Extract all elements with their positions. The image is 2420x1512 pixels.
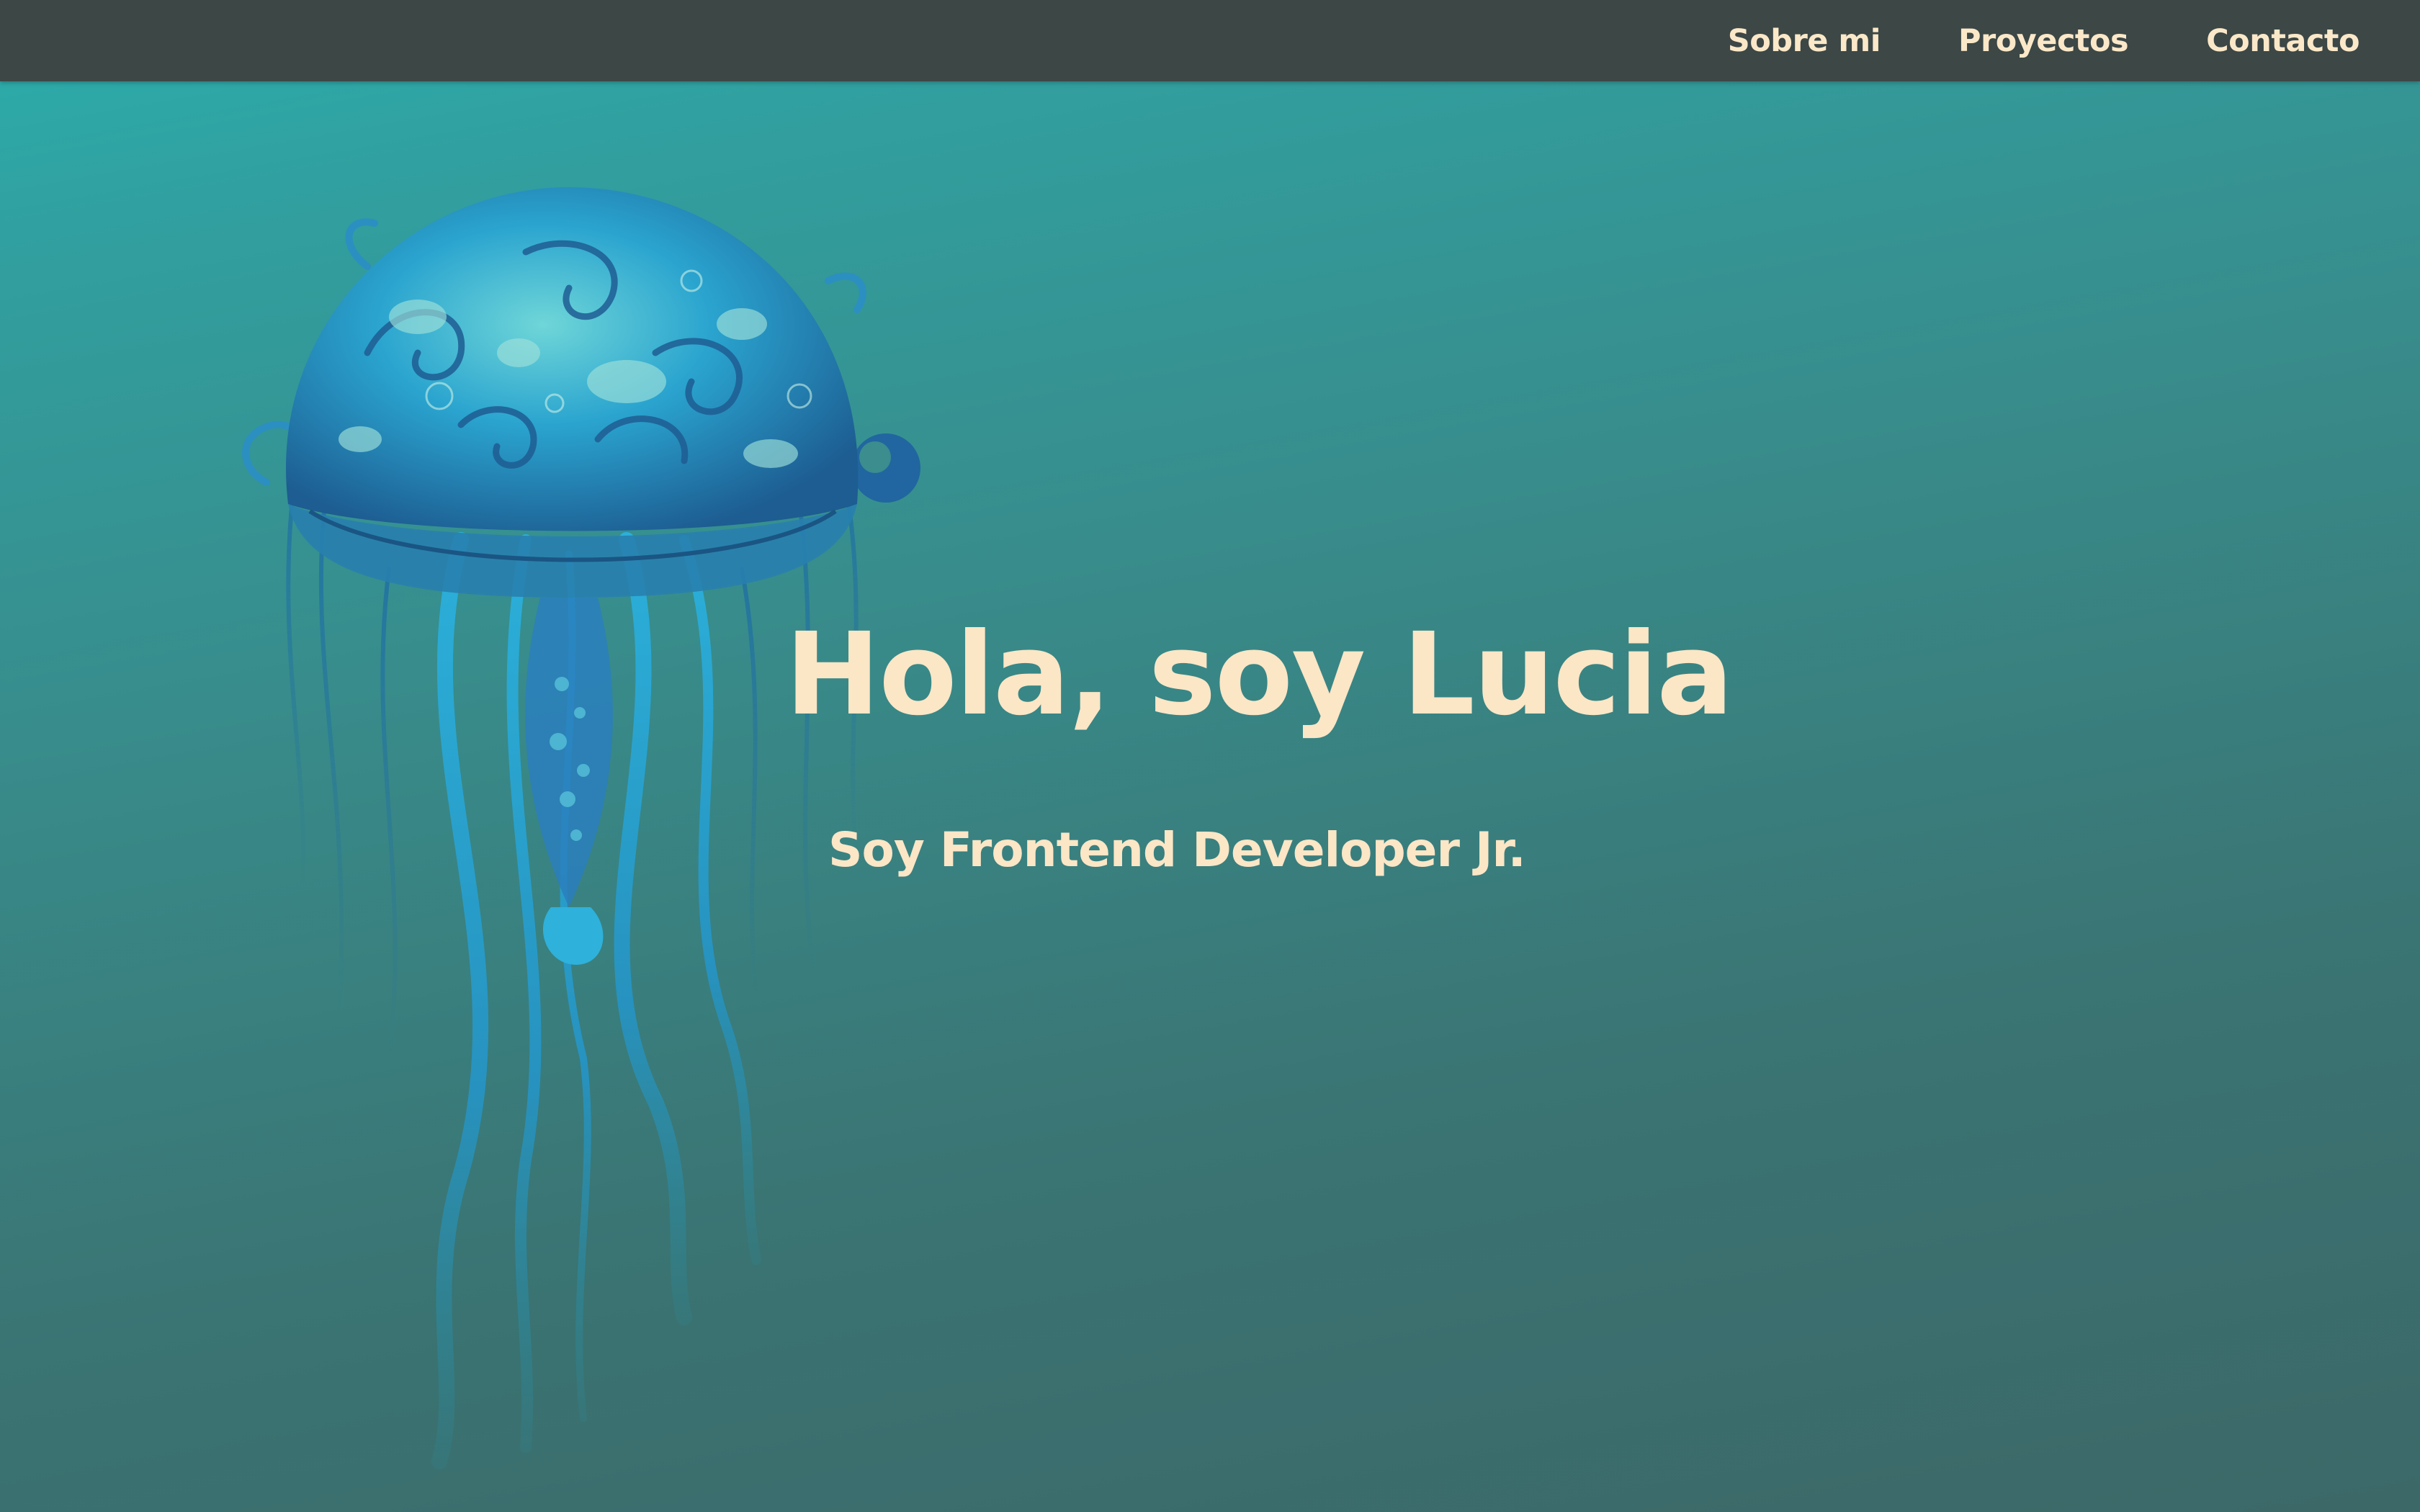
nav-link-contacto[interactable]: Contacto [2206, 23, 2360, 59]
portfolio-page: Sobre mi Proyectos Contacto Hola, soy Lu… [0, 0, 2420, 1512]
nav-link-proyectos[interactable]: Proyectos [1958, 23, 2129, 59]
nav-link-sobre-mi[interactable]: Sobre mi [1728, 23, 1881, 59]
nav-links: Sobre mi Proyectos Contacto [1728, 0, 2360, 81]
hero-title: Hola, soy Lucia [785, 608, 1734, 741]
hero-subtitle: Soy Frontend Developer Jr. [828, 822, 1526, 878]
top-navbar: Sobre mi Proyectos Contacto [0, 0, 2420, 81]
